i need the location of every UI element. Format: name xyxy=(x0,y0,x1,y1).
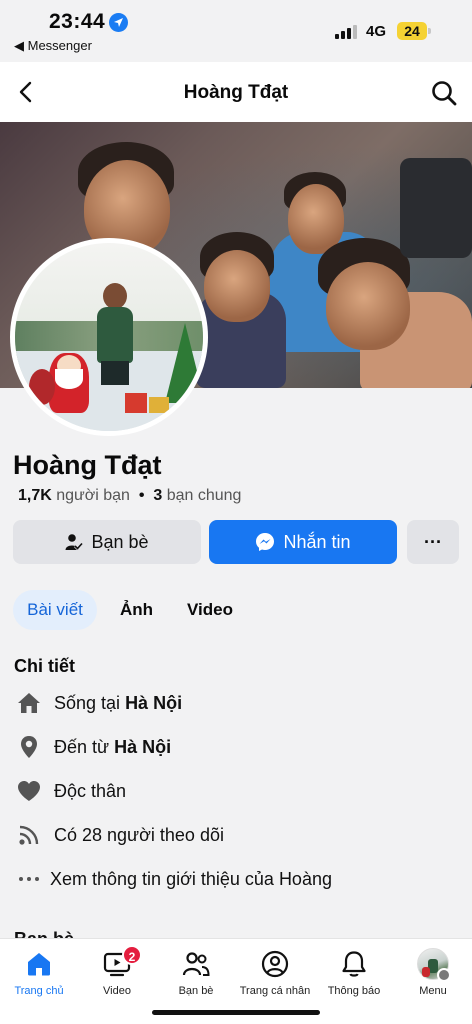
nav-profile-label: Trang cá nhân xyxy=(239,985,311,997)
friends-button[interactable]: Bạn bè xyxy=(13,520,201,564)
detail-lives-in: Sống tại Hà Nội xyxy=(16,688,182,718)
message-button[interactable]: Nhắn tin xyxy=(209,520,397,564)
nav-menu-label: Menu xyxy=(419,985,447,997)
signal-icon xyxy=(335,24,359,39)
detail-followers[interactable]: Có 28 người theo dõi xyxy=(16,820,224,850)
detail-relationship: Độc thân xyxy=(16,776,126,806)
location-arrow-icon xyxy=(109,13,128,32)
video-icon: 2 xyxy=(72,945,162,981)
battery-icon: 24 xyxy=(397,22,431,40)
back-to-app-link[interactable]: ◀ Messenger xyxy=(14,38,92,54)
friend-check-icon xyxy=(65,534,84,551)
mutual-count[interactable]: 3 xyxy=(153,487,162,504)
more-options-button[interactable]: ··· xyxy=(407,520,459,564)
nav-notifications[interactable]: Thông báo xyxy=(309,947,399,997)
tab-video[interactable]: Video xyxy=(187,590,233,630)
nav-video-label: Video xyxy=(103,985,131,997)
profile-avatar[interactable] xyxy=(10,238,208,436)
nav-profile[interactable]: Trang cá nhân xyxy=(230,947,320,997)
location-pin-icon xyxy=(16,734,42,760)
message-button-label: Nhắn tin xyxy=(283,531,351,552)
profile-icon xyxy=(230,947,320,981)
top-header: Hoàng Tđạt xyxy=(0,62,472,122)
nav-video[interactable]: 2 Video xyxy=(72,945,162,997)
nav-friends-label: Bạn bè xyxy=(178,985,214,997)
profile-name: Hoàng Tđạt xyxy=(13,450,162,480)
friends-count-label: người bạn xyxy=(56,487,130,504)
menu-avatar-icon xyxy=(388,947,472,982)
nav-notifications-label: Thông báo xyxy=(327,985,381,997)
heart-icon xyxy=(16,778,42,804)
friends-count[interactable]: 1,7K xyxy=(18,487,52,504)
lives-in-place[interactable]: Hà Nội xyxy=(125,693,182,714)
tab-posts[interactable]: Bài viết xyxy=(13,590,97,630)
rss-icon xyxy=(16,822,42,848)
detail-from: Đến từ Hà Nội xyxy=(16,732,171,762)
tab-photos[interactable]: Ảnh xyxy=(120,590,153,630)
more-dots-icon: ··· xyxy=(424,531,442,552)
profile-stats: 1,7K người bạn • 3 bạn chung xyxy=(18,487,241,505)
battery-level: 24 xyxy=(397,22,427,40)
network-type: 4G xyxy=(366,23,387,40)
lives-in-prefix: Sống tại xyxy=(54,692,121,713)
stats-separator: • xyxy=(138,487,145,504)
nav-friends[interactable]: Bạn bè xyxy=(151,947,241,997)
ellipsis-icon xyxy=(16,866,42,892)
mutual-count-label: bạn chung xyxy=(166,487,242,504)
bell-icon xyxy=(309,947,399,981)
details-heading: Chi tiết xyxy=(14,656,75,676)
see-about-text: Xem thông tin giới thiệu của Hoàng xyxy=(50,868,332,889)
nav-menu[interactable]: Menu xyxy=(388,947,472,997)
status-time: 23:44 xyxy=(49,10,106,33)
home-icon xyxy=(16,690,42,716)
page-title: Hoàng Tđạt xyxy=(183,82,289,103)
see-about-link[interactable]: Xem thông tin giới thiệu của Hoàng xyxy=(16,864,332,894)
relationship-status: Độc thân xyxy=(54,780,127,801)
video-badge: 2 xyxy=(122,945,142,965)
from-place[interactable]: Hà Nội xyxy=(114,737,171,758)
search-icon[interactable] xyxy=(430,79,458,107)
followers-text: Có 28 người theo dõi xyxy=(54,824,224,845)
friends-button-label: Bạn bè xyxy=(91,531,149,552)
home-indicator xyxy=(152,1010,320,1015)
status-bar: 23:44 ◀ Messenger 4G 24 xyxy=(0,0,472,62)
from-prefix: Đến từ xyxy=(54,736,110,757)
friends-icon xyxy=(151,947,241,981)
messenger-icon xyxy=(256,533,275,551)
